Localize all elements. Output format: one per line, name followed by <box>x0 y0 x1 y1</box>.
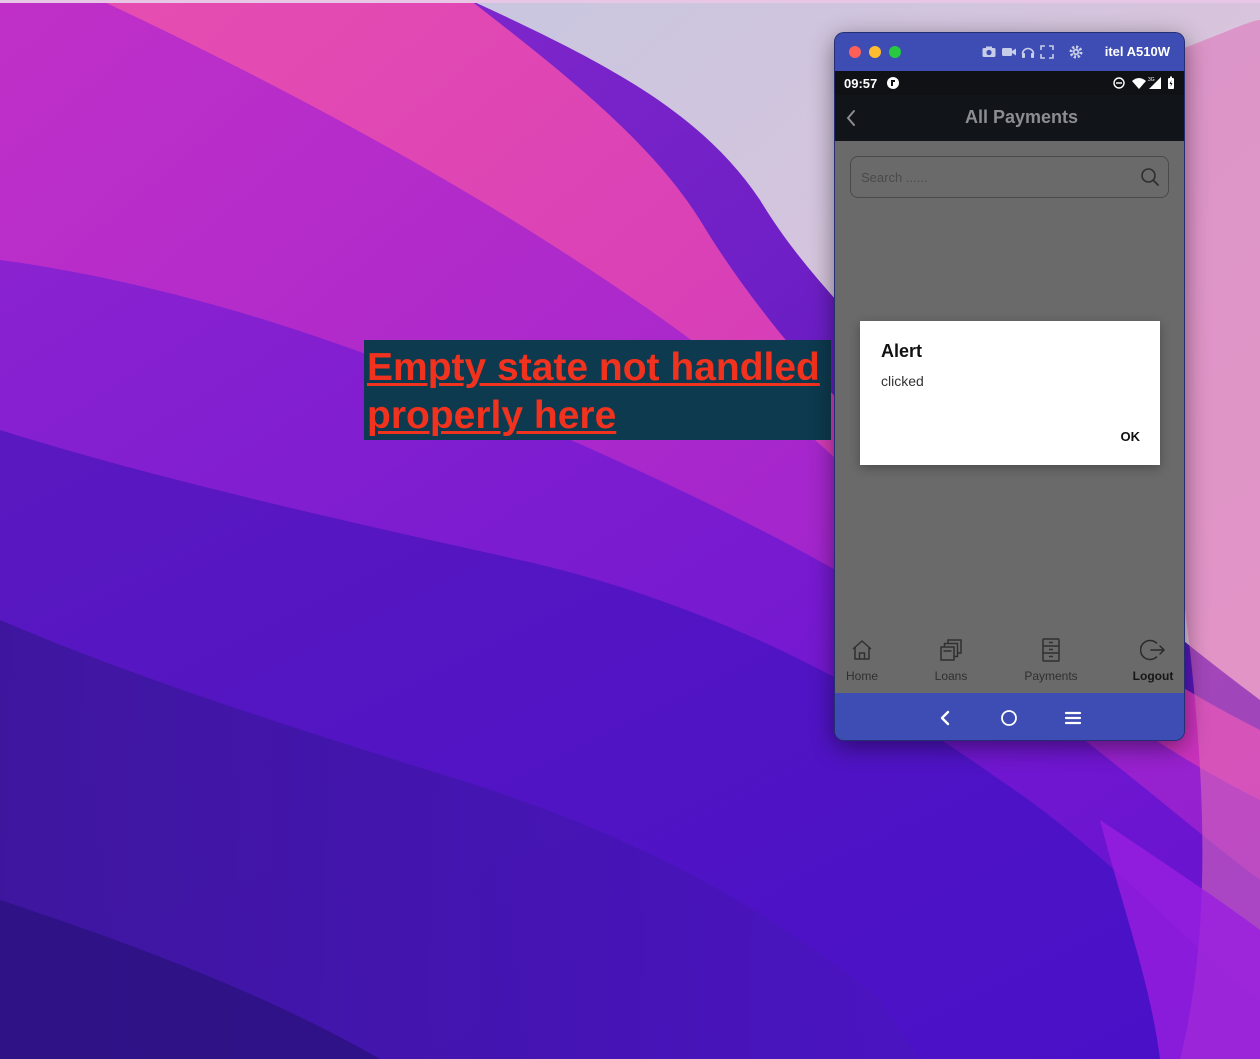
status-bar: 09:57 3G <box>835 71 1184 95</box>
camera-icon[interactable] <box>981 44 997 60</box>
system-navigation-bar <box>835 693 1184 740</box>
headphones-icon[interactable] <box>1020 44 1036 60</box>
emulator-titlebar: itel A510W <box>835 33 1184 71</box>
nav-label-payments: Payments <box>1024 669 1078 683</box>
alert-dialog: Alert clicked OK <box>860 321 1160 465</box>
app-notification-icon <box>887 77 899 89</box>
nav-label-loans: Loans <box>934 669 968 683</box>
zoom-window-button[interactable] <box>889 46 901 58</box>
device-name: itel A510W <box>1104 44 1170 59</box>
svg-text:3G: 3G <box>1148 77 1155 83</box>
status-time: 09:57 <box>844 76 878 91</box>
video-icon[interactable] <box>1001 44 1017 60</box>
search-icon[interactable] <box>1140 167 1160 187</box>
minimize-window-button[interactable] <box>869 46 881 58</box>
dialog-title: Alert <box>881 341 923 361</box>
signal-icon: 3G <box>1148 77 1161 89</box>
home-icon <box>852 640 872 660</box>
search-field[interactable] <box>850 156 1169 198</box>
ok-button[interactable]: OK <box>1121 429 1141 444</box>
logout-icon <box>1140 639 1166 661</box>
close-window-button[interactable] <box>849 46 861 58</box>
system-home-icon[interactable] <box>997 706 1021 730</box>
settings-icon[interactable] <box>1068 44 1084 60</box>
nav-item-loans[interactable]: Loans <box>916 637 986 689</box>
system-menu-icon[interactable] <box>1061 706 1085 730</box>
nav-label-logout: Logout <box>1132 669 1174 683</box>
system-back-icon[interactable] <box>933 706 957 730</box>
fullscreen-icon[interactable] <box>1039 44 1055 60</box>
annotation-text: Empty state not handled properly here <box>367 346 820 437</box>
bottom-navigation: Home Loans Payments Logout <box>835 633 1184 693</box>
phone-screen: 09:57 3G All Payments Search ...... Aler… <box>835 71 1184 693</box>
search-input[interactable] <box>851 157 1136 197</box>
dialog-message: clicked <box>881 373 924 389</box>
status-system-icons: 3G <box>1113 76 1174 89</box>
page-title: All Payments <box>964 107 1079 127</box>
dnd-icon <box>1113 77 1125 89</box>
nav-item-home[interactable]: Home <box>835 637 897 689</box>
app-bar: All Payments <box>835 95 1184 141</box>
loans-icon <box>940 639 962 661</box>
menubar-edge <box>0 0 1260 3</box>
battery-icon <box>1168 76 1174 89</box>
nav-label-home: Home <box>845 669 878 683</box>
bug-annotation: Empty state not handled properly here <box>364 340 831 440</box>
nav-item-payments[interactable]: Payments <box>1016 637 1086 689</box>
wifi-icon <box>1132 78 1146 89</box>
nav-item-logout[interactable]: Logout <box>1118 637 1184 689</box>
emulator-window: itel A510W 09:57 3G All Payments Search … <box>834 32 1185 741</box>
payments-icon <box>1042 638 1060 662</box>
